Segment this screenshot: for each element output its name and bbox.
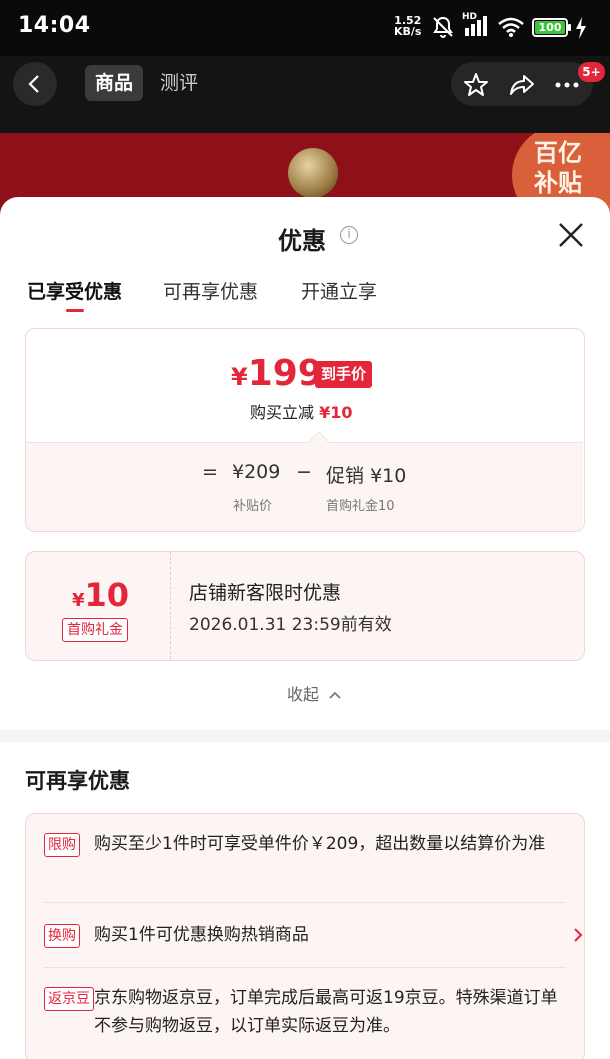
promo-item-exchange[interactable]: 换购 购买1件可优惠换购热销商品 [44, 921, 583, 951]
promo-tag-exchange: 换购 [44, 924, 80, 948]
network-speed: 1.52 KB/s [394, 14, 422, 38]
battery-icon: 100 [532, 18, 571, 37]
tab-review[interactable]: 测评 [150, 65, 208, 101]
chevron-up-icon [329, 691, 341, 699]
discount-summary: 购买立减 ¥10 [250, 403, 353, 422]
base-price: ¥209 [232, 461, 281, 483]
close-icon[interactable] [555, 219, 587, 251]
promo-text-exchange: 购买1件可优惠换购热销商品 [94, 925, 309, 945]
discount-sheet: 优惠 i 已享受优惠 可再享优惠 开通立享 ¥199 到手价 购买立减 ¥10 … [0, 197, 610, 1059]
promo-divider [44, 902, 566, 903]
equals-sign: = [202, 461, 218, 483]
product-image [288, 148, 338, 198]
charging-bolt-icon [576, 17, 586, 39]
coupon-expiry: 2026.01.31 23:59前有效 [189, 615, 392, 635]
star-icon[interactable] [463, 72, 489, 98]
coupon-type-tag: 首购礼金 [62, 618, 128, 642]
coupon-title: 店铺新客限时优惠 [189, 582, 342, 604]
sheet-title: 优惠 [278, 227, 326, 255]
tab-enjoyed-discounts[interactable]: 已享受优惠 [27, 277, 122, 304]
minus-sign: − [296, 461, 312, 483]
final-price: ¥199 [231, 353, 323, 394]
chevron-left-icon [28, 75, 39, 93]
base-price-label: 补贴价 [233, 499, 273, 514]
wifi-icon [498, 17, 524, 37]
promo-item-limit: 限购 购买至少1件时可享受单件价￥209，超出数量以结算价为准 [44, 830, 566, 890]
promo-sub-label: 首购礼金10 [326, 499, 395, 514]
promo-text-jingdou: 京东购物返京豆，订单完成后最高可返19京豆。特殊渠道订单不参与购物返豆，以订单实… [94, 988, 558, 1036]
price-breakdown-card: ¥199 到手价 购买立减 ¥10 = ¥209 补贴价 − 促销 ¥10 首购… [25, 328, 585, 532]
final-price-tag: 到手价 [315, 361, 373, 388]
section-divider [0, 730, 610, 742]
promo-tag-jingdou: 返京豆 [44, 987, 94, 1011]
more-discounts-card: 限购 购买至少1件时可享受单件价￥209，超出数量以结算价为准 换购 购买1件可… [25, 813, 585, 1059]
collapse-button[interactable]: 收起 [287, 681, 342, 705]
info-icon[interactable]: i [340, 226, 358, 244]
price-calc-area: = ¥209 补贴价 − 促销 ¥10 首购礼金10 [26, 442, 583, 531]
top-nav-bar: 商品 测评 5+ [0, 56, 610, 136]
promo-amount: 促销 ¥10 [326, 465, 407, 487]
coupon-card: ¥10 首购礼金 店铺新客限时优惠 2026.01.31 23:59前有效 [25, 551, 585, 661]
tab-product[interactable]: 商品 [85, 65, 144, 101]
more-discounts-title: 可再享优惠 [25, 769, 130, 793]
more-icon[interactable] [553, 72, 581, 98]
chevron-right-icon [574, 928, 583, 942]
coupon-amount: ¥10 [72, 576, 130, 614]
promo-item-jingdou: 返京豆 京东购物返京豆，订单完成后最高可返19京豆。特殊渠道订单不参与购物返豆，… [44, 984, 566, 1044]
tab-activate-discounts[interactable]: 开通立享 [301, 277, 377, 304]
share-icon[interactable] [509, 72, 535, 98]
promo-tag-limit: 限购 [44, 833, 80, 857]
promo-divider [44, 967, 566, 968]
cellular-signal-icon: HD [462, 12, 492, 38]
status-bar: 14:04 1.52 KB/s HD 100 [0, 0, 610, 56]
back-button[interactable] [13, 62, 57, 106]
tab-more-discounts[interactable]: 可再享优惠 [163, 277, 258, 304]
message-badge: 5+ [578, 62, 605, 82]
status-time: 14:04 [18, 13, 91, 38]
promo-text-limit: 购买至少1件时可享受单件价￥209，超出数量以结算价为准 [94, 834, 546, 854]
mute-bell-icon [433, 16, 453, 38]
coupon-value-area: ¥10 首购礼金 [26, 552, 171, 659]
nav-actions [451, 62, 593, 106]
active-tab-indicator [66, 309, 84, 312]
